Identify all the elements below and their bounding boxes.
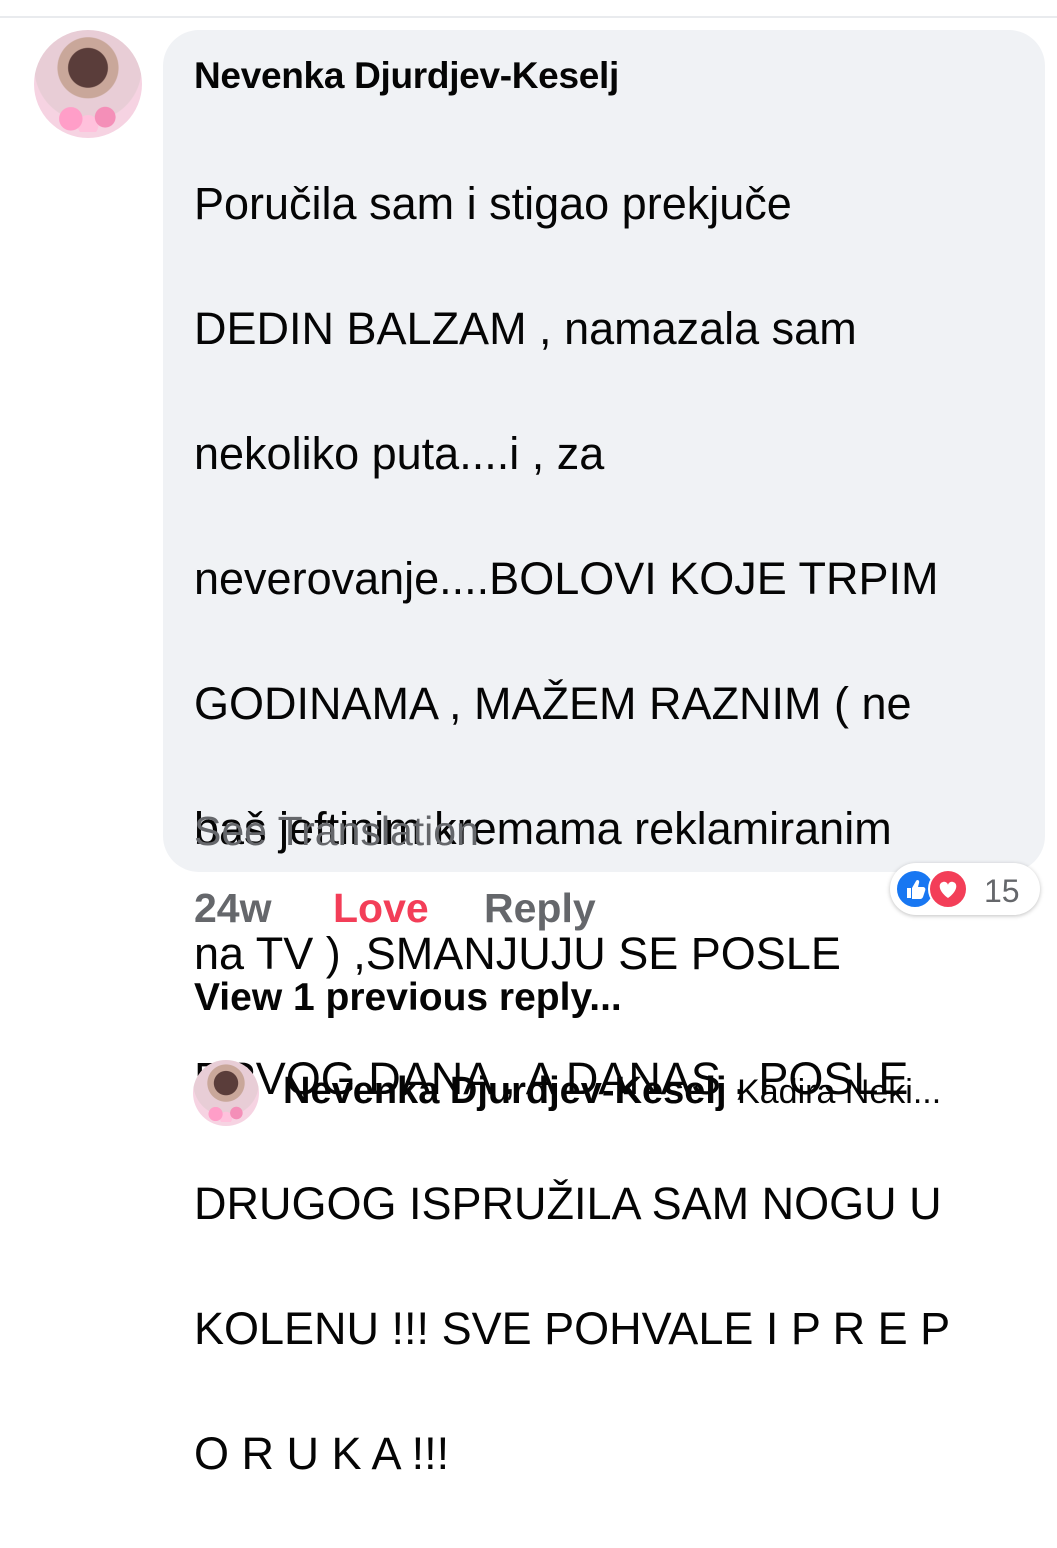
avatar[interactable] xyxy=(34,30,142,138)
comment-author[interactable]: Nevenka Djurdjev-Keselj xyxy=(194,55,619,97)
comment-text-line: neverovanje....BOLOVI KOJE TRPIM xyxy=(194,552,939,604)
love-icon xyxy=(928,869,968,909)
reply-button[interactable]: Reply xyxy=(484,885,596,932)
comment-text-line: GODINAMA , MAŽEM RAZNIM ( ne xyxy=(194,677,912,729)
reaction-count: 15 xyxy=(984,873,1020,909)
reply-preview[interactable]: Nevenka Djurdjev-Keselj Kadira Neki... xyxy=(283,1070,1033,1113)
love-button[interactable]: Love xyxy=(333,885,429,932)
comment-text-line: nekoliko puta....i , za xyxy=(194,427,605,479)
comment-text-line: Poručila sam i stigao prekjuče xyxy=(194,177,792,229)
top-divider xyxy=(0,0,1057,18)
reply-snippet: Kadira Neki... xyxy=(737,1073,942,1111)
view-previous-replies-link[interactable]: View 1 previous reply... xyxy=(194,976,622,1020)
reply-avatar[interactable] xyxy=(193,1060,259,1126)
see-translation-link[interactable]: See Translation xyxy=(194,808,479,855)
reaction-summary[interactable]: 15 xyxy=(890,863,1040,915)
comment-text-line: DEDIN BALZAM , namazala sam xyxy=(194,302,857,354)
reply-author: Nevenka Djurdjev-Keselj xyxy=(283,1070,727,1112)
comment-text-line: KOLENU !!! SVE POHVALE I P R E P xyxy=(194,1302,951,1354)
comment-timestamp[interactable]: 24w xyxy=(194,885,272,932)
comment-text-line: DRUGOG ISPRUŽILA SAM NOGU U xyxy=(194,1177,942,1229)
comment-text-line: O R U K A !!! xyxy=(194,1427,450,1479)
